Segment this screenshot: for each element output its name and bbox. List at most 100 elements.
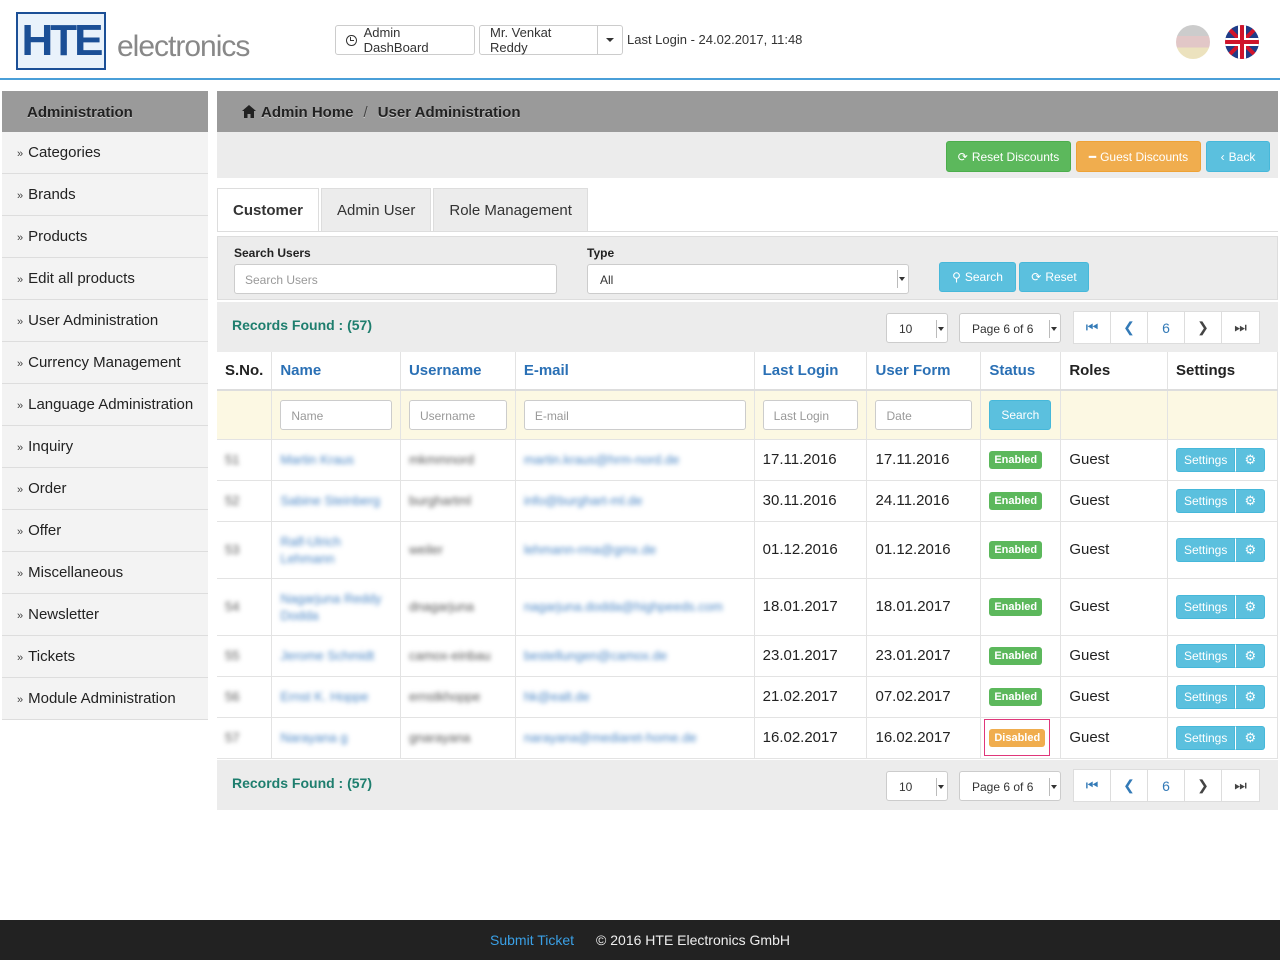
row-name[interactable]: Martin Kraus: [280, 452, 354, 467]
gear-icon[interactable]: ⚙: [1235, 725, 1266, 750]
col-status[interactable]: Status: [980, 352, 1062, 391]
email-filter-input[interactable]: E-mail: [523, 399, 746, 430]
row-email[interactable]: narayana@mediaret-home.de: [524, 730, 697, 745]
settings-button[interactable]: Settings: [1175, 488, 1236, 513]
gear-icon[interactable]: ⚙: [1235, 594, 1266, 619]
next-page-icon[interactable]: ❯: [1185, 770, 1222, 801]
page-number[interactable]: 6: [1148, 770, 1185, 801]
top-header: HTE electronics Admin DashBoard Mr. Venk…: [0, 0, 1280, 80]
gear-icon[interactable]: ⚙: [1235, 684, 1266, 709]
gear-icon[interactable]: ⚙: [1235, 488, 1266, 513]
guest-discounts-button[interactable]: ━ Guest Discounts: [1076, 141, 1201, 172]
page-number[interactable]: 6: [1148, 312, 1185, 343]
sidebar-item-currency-management[interactable]: » Currency Management: [2, 342, 208, 384]
next-page-icon[interactable]: ❯: [1185, 312, 1222, 343]
row-name[interactable]: Narayana g: [280, 730, 347, 745]
sidebar-item-offer[interactable]: » Offer: [2, 510, 208, 552]
prev-page-icon[interactable]: ❮: [1111, 312, 1148, 343]
name-filter-input[interactable]: Name: [280, 399, 392, 430]
settings-button[interactable]: Settings: [1175, 725, 1236, 750]
row-last-login: 17.11.2016: [754, 439, 868, 481]
sidebar-item-label: Language Administration: [28, 396, 194, 413]
sidebar-item-user-administration[interactable]: » User Administration: [2, 300, 208, 342]
uk-flag-icon[interactable]: [1225, 25, 1259, 59]
status-badge[interactable]: Enabled: [989, 541, 1043, 559]
col-name[interactable]: Name: [271, 352, 401, 391]
user-menu-toggle[interactable]: [597, 25, 623, 55]
row-email[interactable]: lehmann-rma@gmx.de: [524, 542, 656, 557]
reset-button[interactable]: ⟳ Reset: [1019, 262, 1089, 292]
sidebar-item-tickets[interactable]: » Tickets: [2, 636, 208, 678]
row-username: camox-einbau: [408, 648, 491, 663]
row-role: Guest: [1060, 676, 1168, 718]
search-button[interactable]: ⚲ Search: [939, 262, 1016, 292]
sidebar-item-products[interactable]: » Products: [2, 216, 208, 258]
submit-ticket-link[interactable]: Submit Ticket: [490, 932, 574, 948]
first-page-icon[interactable]: ⏮: [1074, 770, 1111, 801]
german-flag-icon[interactable]: [1176, 25, 1210, 59]
row-name[interactable]: Jerome Schmidt: [280, 648, 374, 663]
records-found: Records Found : (57): [232, 775, 373, 791]
sidebar-item-newsletter[interactable]: » Newsletter: [2, 594, 208, 636]
sidebar-item-brands[interactable]: » Brands: [2, 174, 208, 216]
col-user-form[interactable]: User Form: [866, 352, 982, 391]
sidebar-item-categories[interactable]: » Categories: [2, 132, 208, 174]
gear-icon[interactable]: ⚙: [1235, 537, 1266, 562]
sidebar-item-module-administration[interactable]: » Module Administration: [2, 678, 208, 720]
status-badge[interactable]: Enabled: [989, 688, 1043, 706]
hte-logo[interactable]: HTE electronics: [16, 12, 278, 70]
status-badge[interactable]: Disabled: [989, 729, 1046, 747]
status-badge[interactable]: Enabled: [989, 598, 1043, 616]
settings-button[interactable]: Settings: [1175, 537, 1236, 562]
sidebar-item-label: Edit all products: [28, 270, 135, 287]
reset-discounts-button[interactable]: ⟳ Reset Discounts: [946, 141, 1071, 172]
last-page-icon[interactable]: ⏭: [1222, 312, 1259, 343]
breadcrumb-home[interactable]: Admin Home: [261, 104, 354, 132]
sidebar-item-edit-all-products[interactable]: » Edit all products: [2, 258, 208, 300]
last-login-filter-input[interactable]: Last Login: [762, 399, 859, 430]
settings-button[interactable]: Settings: [1175, 447, 1236, 472]
row-email[interactable]: nagarjuna.dodda@highpeeds.com: [524, 599, 723, 614]
col-email[interactable]: E-mail: [515, 352, 755, 391]
page-size-select[interactable]: 10: [886, 771, 948, 801]
gear-icon[interactable]: ⚙: [1235, 447, 1266, 472]
row-email[interactable]: hk@ealt.de: [524, 689, 590, 704]
last-page-icon[interactable]: ⏭: [1222, 770, 1259, 801]
admin-dashboard-button[interactable]: Admin DashBoard: [335, 25, 475, 55]
date-filter-input[interactable]: Date: [875, 399, 973, 430]
col-last-login[interactable]: Last Login: [754, 352, 868, 391]
user-menu-button[interactable]: Mr. Venkat Reddy: [479, 25, 598, 55]
page-size-select[interactable]: 10: [886, 313, 948, 343]
prev-page-icon[interactable]: ❮: [1111, 770, 1148, 801]
tab-customer[interactable]: Customer: [217, 188, 320, 232]
first-page-icon[interactable]: ⏮: [1074, 312, 1111, 343]
search-users-input[interactable]: Search Users: [234, 264, 557, 294]
status-badge[interactable]: Enabled: [989, 492, 1043, 510]
tab-admin-user[interactable]: Admin User: [321, 188, 432, 232]
filter-search-button[interactable]: Search: [989, 399, 1052, 430]
settings-button[interactable]: Settings: [1175, 594, 1236, 619]
tab-role-management[interactable]: Role Management: [433, 188, 588, 232]
page-select[interactable]: Page 6 of 6: [959, 313, 1061, 343]
row-email[interactable]: martin.kraus@hrm-nord.de: [524, 452, 680, 467]
settings-button[interactable]: Settings: [1175, 643, 1236, 668]
row-name[interactable]: Ralf-Ulrich Lehmann: [280, 534, 341, 566]
gear-icon[interactable]: ⚙: [1235, 643, 1266, 668]
status-badge[interactable]: Enabled: [989, 647, 1043, 665]
col-username[interactable]: Username: [400, 352, 516, 391]
type-select[interactable]: All: [587, 264, 909, 294]
row-email[interactable]: bestellungen@camox.de: [524, 648, 667, 663]
sidebar-item-inquiry[interactable]: » Inquiry: [2, 426, 208, 468]
sidebar-item-order[interactable]: » Order: [2, 468, 208, 510]
sidebar-item-language-administration[interactable]: » Language Administration: [2, 384, 208, 426]
sidebar-item-miscellaneous[interactable]: » Miscellaneous: [2, 552, 208, 594]
page-select[interactable]: Page 6 of 6: [959, 771, 1061, 801]
settings-button[interactable]: Settings: [1175, 684, 1236, 709]
row-name[interactable]: Ernst K. Hoppe: [280, 689, 368, 704]
row-email[interactable]: info@burghart-ml.de: [524, 493, 643, 508]
status-badge[interactable]: Enabled: [989, 451, 1043, 469]
row-name[interactable]: Nagarjuna Reddy Dodda: [280, 591, 381, 623]
back-button[interactable]: ‹ Back: [1206, 141, 1270, 172]
row-name[interactable]: Sabine Steinberg: [280, 493, 380, 508]
username-filter-input[interactable]: Username: [408, 399, 507, 430]
